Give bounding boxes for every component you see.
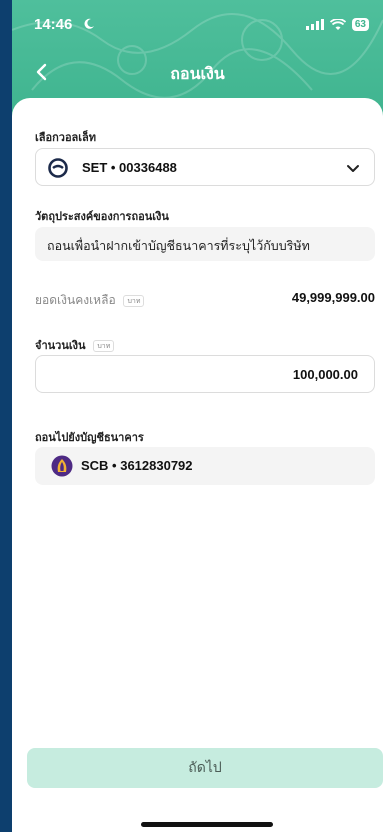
- signal-icon: [305, 19, 324, 30]
- amount-label: จำนวนเงิน: [35, 339, 86, 352]
- battery-icon: 63: [351, 18, 369, 31]
- status-bar: 14:46 63: [12, 14, 383, 38]
- scb-logo-icon: [51, 455, 73, 477]
- bank-account-field[interactable]: SCB • 3612830792: [35, 447, 375, 485]
- amount-input[interactable]: [35, 355, 375, 393]
- wallet-label: เลือกวอลเล็ท: [35, 131, 97, 144]
- balance-value: 49,999,999.00: [291, 290, 375, 305]
- wifi-icon: [329, 18, 346, 30]
- purpose-value: ถอนเพื่อนำฝากเข้าบัญชีธนาคารที่ระบุไว้กั…: [47, 238, 310, 253]
- balance-label: ยอดเงินคงเหลือ: [35, 293, 116, 307]
- amount-label-row: จำนวนเงิน บาท: [35, 336, 115, 354]
- home-indicator: [141, 822, 273, 827]
- wallet-select[interactable]: SET • 00336488: [35, 148, 375, 186]
- status-time: 14:46: [34, 16, 73, 33]
- wallet-selected-value: SET • 00336488: [82, 160, 177, 175]
- purpose-field: ถอนเพื่อนำฝากเข้าบัญชีธนาคารที่ระบุไว้กั…: [35, 227, 375, 261]
- app-screen: 14:46 63 ถอนเงิน เลือกวอลเล็ท SET • 0033…: [12, 0, 383, 832]
- page-title: ถอนเงิน: [170, 64, 225, 83]
- nav-bar: ถอนเงิน: [12, 56, 383, 90]
- moon-icon: [84, 18, 94, 29]
- system-icons: 63: [305, 18, 369, 31]
- balance-unit-badge: บาท: [123, 294, 145, 307]
- balance-row: ยอดเงินคงเหลือ บาท: [35, 291, 145, 310]
- bank-account-value: SCB • 3612830792: [81, 458, 193, 473]
- purpose-label: วัตถุประสงค์ของการถอนเงิน: [35, 210, 169, 223]
- amount-unit-badge: บาท: [93, 340, 115, 352]
- wallet-logo-icon: [48, 158, 68, 178]
- chevron-down-icon: [347, 165, 359, 172]
- bank-label: ถอนไปยังบัญชีธนาคาร: [35, 431, 144, 444]
- next-button[interactable]: ถัดไป: [27, 748, 383, 788]
